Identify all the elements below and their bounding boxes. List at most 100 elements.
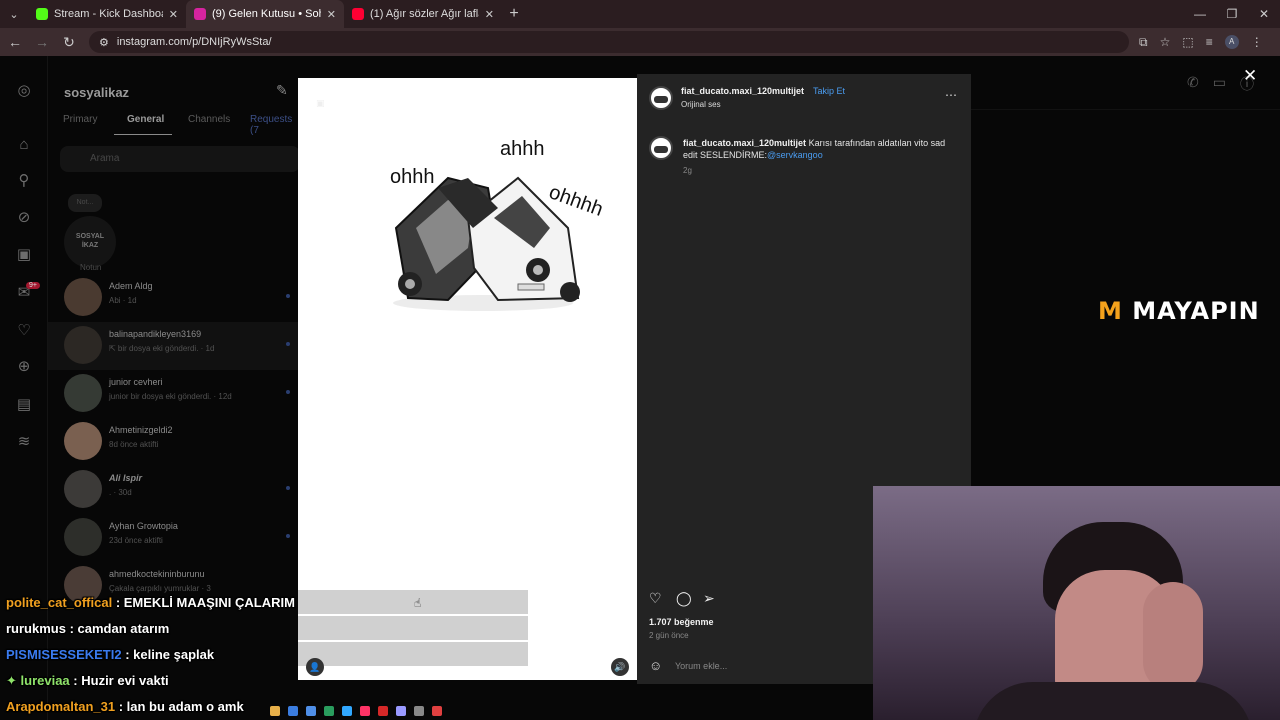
bookmark-star-icon[interactable]: ☆: [1160, 35, 1171, 49]
instagram-favicon-icon: [194, 8, 206, 20]
taskbar-app-icon[interactable]: [432, 706, 442, 716]
media-icon[interactable]: ≡: [1206, 35, 1213, 49]
compose-icon[interactable]: ✎: [276, 82, 288, 99]
video-bars: [298, 590, 528, 668]
taskbar-app-icon[interactable]: [288, 706, 298, 716]
reel-video[interactable]: ▣ ohhh ahhh ohhhh 👤 🔊: [298, 78, 637, 680]
extensions-icon[interactable]: ⬚: [1182, 35, 1193, 49]
taskbar-app-icon[interactable]: [360, 706, 370, 716]
video-bar: [298, 616, 528, 640]
note-avatar-line: İKAZ: [81, 242, 99, 249]
tab-channels[interactable]: Channels: [188, 114, 230, 125]
video-call-icon[interactable]: ▭: [1213, 74, 1226, 94]
comment-icon[interactable]: ◯: [676, 590, 692, 607]
author-avatar[interactable]: [649, 86, 673, 110]
brand-name: MAYAPIN: [1132, 297, 1260, 325]
instagram-logo-icon[interactable]: ◎: [15, 82, 33, 100]
conversation-item[interactable]: balinapandikleyen3169 ⇱ bir dosya eki gö…: [48, 322, 298, 370]
taskbar-app-icon[interactable]: [306, 706, 316, 716]
like-count[interactable]: 1.707 beğenme: [649, 617, 714, 627]
note-avatar[interactable]: SOSYAL İKAZ: [64, 216, 116, 268]
tab-close-icon[interactable]: ✕: [327, 8, 336, 21]
tab-kick[interactable]: Stream - Kick Dashboard ✕: [28, 0, 186, 28]
conversation-item[interactable]: Ayhan Growtopia 23d önce aktifti: [48, 514, 298, 562]
minimize-icon[interactable]: —: [1184, 0, 1216, 28]
chat-message: ✦ lureviaa : Huzir evi vakti: [6, 673, 169, 688]
tab-instagram[interactable]: (9) Gelen Kutusu • Sohbetler ✕: [186, 0, 344, 28]
call-icon[interactable]: ✆: [1187, 74, 1199, 94]
like-heart-icon[interactable]: ♡: [649, 590, 662, 607]
tab-general[interactable]: General: [127, 114, 164, 125]
install-app-icon[interactable]: ⧉: [1139, 35, 1148, 50]
tab-search-icon[interactable]: ⌄: [0, 0, 28, 28]
chat-text: lan bu adam o amk: [126, 699, 244, 714]
more-options-icon[interactable]: ⋯: [945, 88, 957, 102]
new-tab-button[interactable]: +: [502, 5, 526, 23]
dashboard-icon[interactable]: ▤: [15, 396, 33, 414]
taskbar-app-icon[interactable]: [414, 706, 424, 716]
taskbar-app-icon[interactable]: [396, 706, 406, 716]
conversation-item[interactable]: Ali Ispir . · 30d: [48, 466, 298, 514]
avatar: [64, 422, 102, 460]
threads-icon[interactable]: ≋: [15, 433, 33, 451]
tab-close-icon[interactable]: ✕: [169, 8, 178, 21]
close-window-icon[interactable]: ✕: [1248, 0, 1280, 28]
chat-badge-icon: ✦: [6, 673, 21, 688]
tagged-users-button[interactable]: 👤: [306, 658, 324, 676]
conversation-preview: 23d önce aktifti: [109, 536, 163, 545]
taskbar-app-icon[interactable]: [378, 706, 388, 716]
browser-tabbar: ⌄ Stream - Kick Dashboard ✕ (9) Gelen Ku…: [0, 0, 1280, 28]
conversation-item[interactable]: Ahmetinizgeldi2 8d önce aktifti: [48, 418, 298, 466]
conversation-name: ahmedkoctekininburunu: [109, 569, 205, 579]
menu-icon[interactable]: ⋮: [1251, 35, 1263, 49]
taskbar-app-icon[interactable]: [324, 706, 334, 716]
tab-youtube[interactable]: (1) Ağır sözler Ağır laflar Whats ✕: [344, 0, 502, 28]
search-input[interactable]: Arama: [60, 146, 300, 172]
unread-dot: [286, 294, 290, 298]
post-date: 2 gün önce: [649, 631, 689, 640]
tab-requests[interactable]: Requests (7: [250, 114, 298, 136]
search-icon[interactable]: ⚲: [15, 172, 33, 190]
account-name[interactable]: sosyalikaz: [64, 85, 129, 100]
unread-dot: [286, 342, 290, 346]
conversation-item[interactable]: Adem Aldg Abi · 1d: [48, 274, 298, 322]
reload-icon[interactable]: ↻: [57, 34, 81, 51]
taskbar-strip: [270, 702, 550, 720]
note-bubble[interactable]: Not...: [68, 194, 102, 212]
taskbar-app-icon[interactable]: [342, 706, 352, 716]
brand-mark: M: [1098, 297, 1123, 325]
caption-avatar[interactable]: [649, 136, 673, 160]
emoji-icon[interactable]: ☺: [649, 658, 662, 673]
mute-button[interactable]: 🔊: [611, 658, 629, 676]
comment-input[interactable]: Yorum ekle...: [675, 661, 727, 671]
back-icon[interactable]: ←: [3, 34, 27, 50]
taskbar-app-icon[interactable]: [270, 706, 280, 716]
audio-label[interactable]: Orijinal ses: [681, 100, 721, 109]
avatar: [64, 518, 102, 556]
follow-button[interactable]: Takip Et: [813, 86, 845, 96]
video-bar: [298, 590, 528, 614]
url-field[interactable]: ⚙ instagram.com/p/DNIjRyWsSta/: [89, 31, 1129, 53]
reels-icon[interactable]: ▣: [15, 246, 33, 264]
conversation-preview: junior bir dosya eki gönderdi. · 12d: [109, 392, 232, 401]
profile-avatar[interactable]: A: [1224, 35, 1239, 49]
restore-icon[interactable]: ❐: [1216, 0, 1248, 28]
create-icon[interactable]: ⊕: [15, 358, 33, 376]
caption: fiat_ducato.maxi_120multijet Karısı tara…: [683, 137, 953, 161]
caption-mention[interactable]: @servkangoo: [767, 150, 823, 160]
tab-primary[interactable]: Primary: [63, 114, 97, 125]
home-icon[interactable]: ⌂: [15, 136, 33, 154]
author-username[interactable]: fiat_ducato.maxi_120multijet: [681, 86, 804, 96]
unread-dot: [286, 534, 290, 538]
site-info-icon[interactable]: ⚙: [99, 36, 109, 49]
inbox-tabs: Primary General Channels Requests (7: [48, 114, 298, 136]
caption-username[interactable]: fiat_ducato.maxi_120multijet: [683, 138, 806, 148]
explore-icon[interactable]: ⊘: [15, 209, 33, 227]
share-icon[interactable]: ➢: [703, 590, 715, 607]
notifications-heart-icon[interactable]: ♡: [15, 322, 33, 340]
forward-icon[interactable]: →: [30, 34, 54, 50]
chat-username: lureviaa: [20, 673, 70, 688]
conversation-item[interactable]: junior cevheri junior bir dosya eki gönd…: [48, 370, 298, 418]
close-modal-icon[interactable]: ✕: [1243, 66, 1257, 86]
tab-close-icon[interactable]: ✕: [485, 8, 494, 21]
